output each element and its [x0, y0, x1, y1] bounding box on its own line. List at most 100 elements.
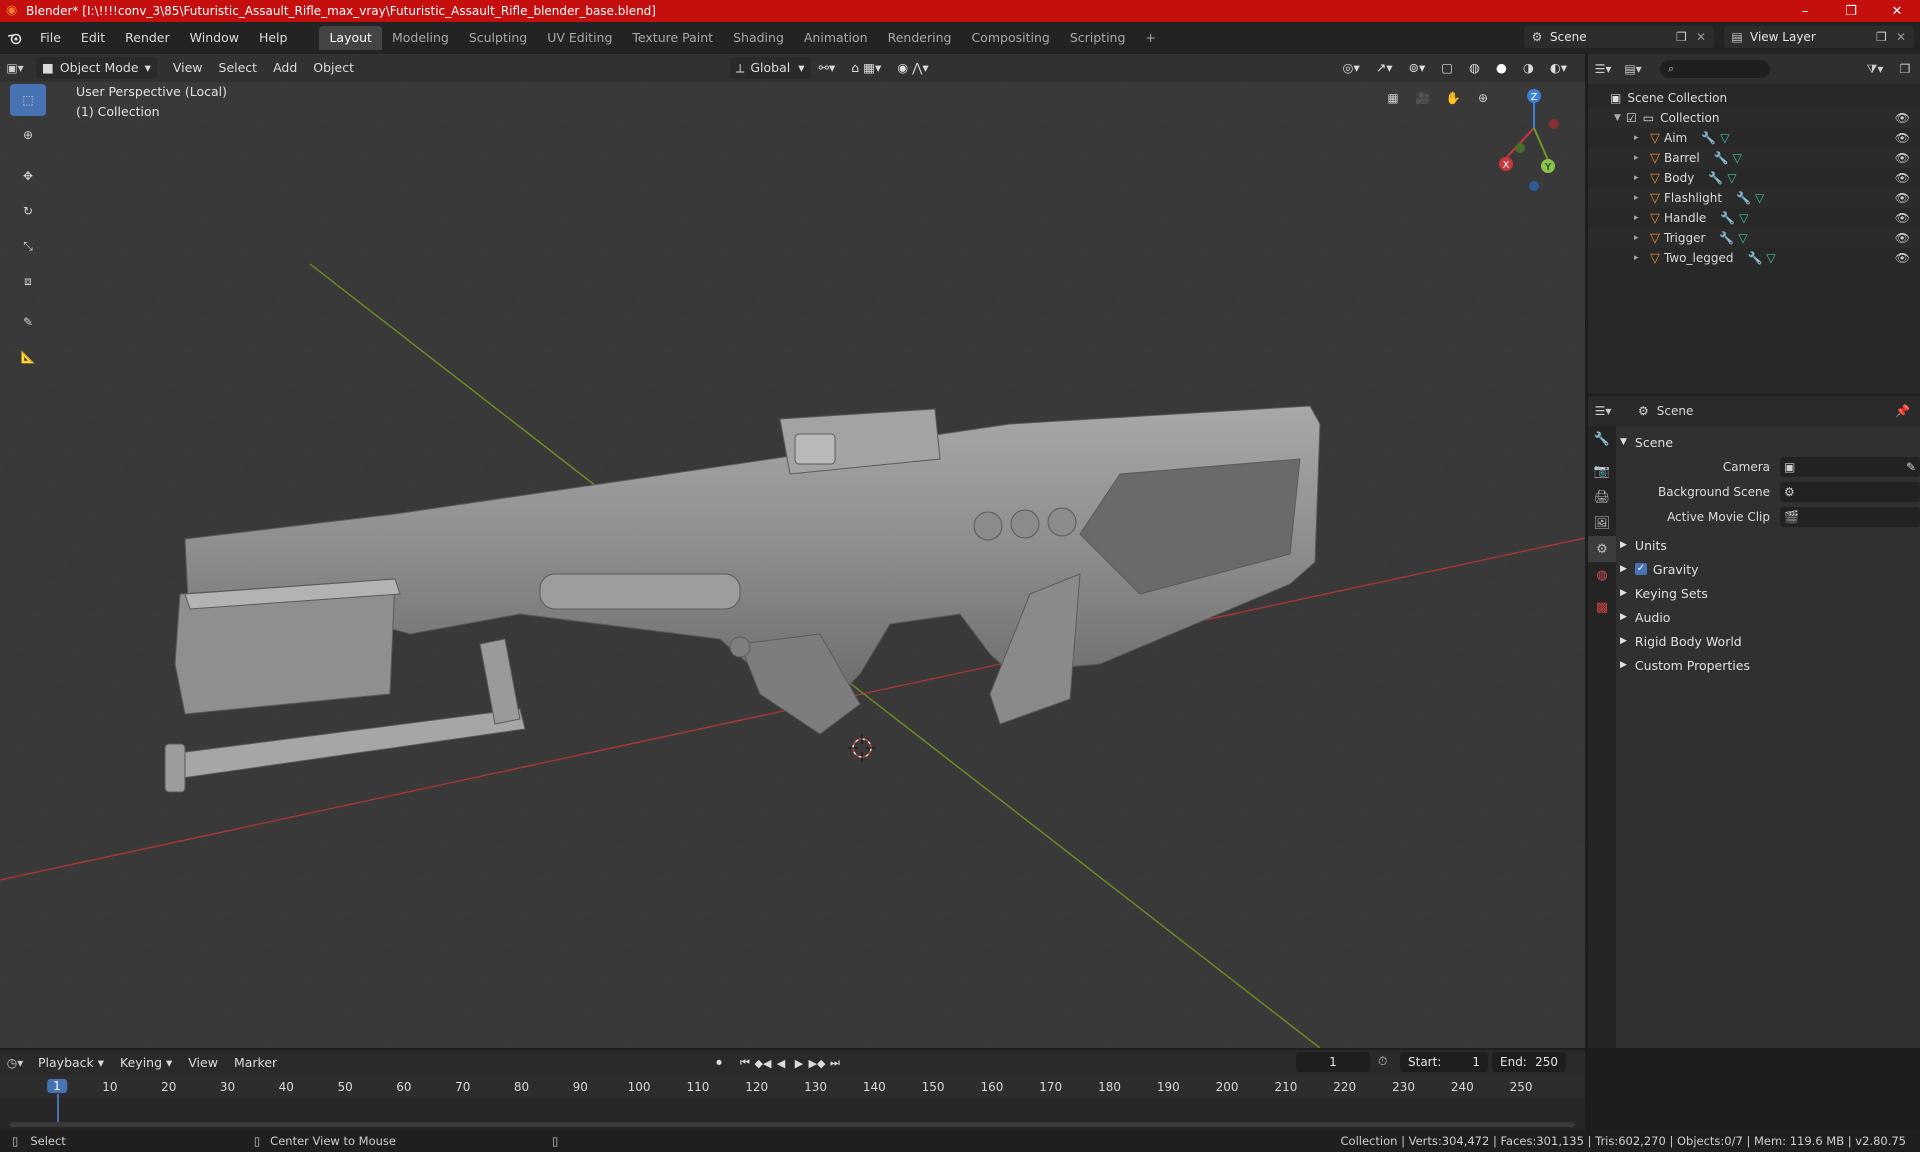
- scene-remove-icon[interactable]: ✕: [1696, 30, 1714, 44]
- output-tab-icon[interactable]: 🖨: [1588, 484, 1616, 510]
- outliner-row-scene-collection[interactable]: ▣ Scene Collection: [1588, 88, 1920, 108]
- snap-icon[interactable]: ⌂ ▦▾: [843, 57, 889, 79]
- tab-uv-editing[interactable]: UV Editing: [537, 26, 622, 50]
- play-icon[interactable]: ▶: [790, 1053, 808, 1073]
- close-button[interactable]: ✕: [1874, 0, 1920, 22]
- world-tab-icon[interactable]: ◍: [1588, 562, 1616, 588]
- menu-keying[interactable]: Keying ▾: [112, 1052, 180, 1074]
- render-tab-icon[interactable]: 📷: [1588, 458, 1616, 484]
- expand-triangle-icon[interactable]: ▸: [1634, 133, 1646, 143]
- camera-field[interactable]: ▣ ✎: [1780, 456, 1920, 477]
- pan-hand-icon[interactable]: ✋: [1439, 84, 1467, 112]
- scene-tab-icon[interactable]: ⚙: [1588, 536, 1616, 562]
- xray-toggle-icon[interactable]: ▢: [1433, 57, 1461, 79]
- tab-scripting[interactable]: Scripting: [1060, 26, 1136, 50]
- prev-keyframe-icon[interactable]: ◆◀: [754, 1053, 772, 1073]
- tab-shading[interactable]: Shading: [723, 26, 794, 50]
- menu-help[interactable]: Help: [249, 26, 298, 50]
- outliner-row-handle[interactable]: ▸ ▽ Handle 🔧 ▽ 👁: [1588, 208, 1920, 228]
- panel-custom-properties-header[interactable]: ▶ Custom Properties: [1620, 653, 1920, 677]
- eye-icon[interactable]: 👁: [1895, 131, 1910, 145]
- outliner-row-body[interactable]: ▸ ▽ Body 🔧 ▽ 👁: [1588, 168, 1920, 188]
- menu-file[interactable]: File: [30, 26, 71, 50]
- menu-edit[interactable]: Edit: [71, 26, 115, 50]
- eye-icon[interactable]: 👁: [1895, 231, 1910, 245]
- outliner-row-collection[interactable]: ▼ ☑ ▭ Collection 👁: [1588, 108, 1920, 128]
- record-icon[interactable]: ⏺: [710, 1053, 728, 1073]
- texture-tab-icon[interactable]: ▩: [1588, 594, 1616, 620]
- outliner-search-input[interactable]: ⌕: [1660, 60, 1770, 78]
- expand-triangle-icon[interactable]: ▼: [1614, 113, 1626, 123]
- transform-orientation-dropdown[interactable]: ⟂ Global ▾: [730, 57, 811, 79]
- measure-tool-icon[interactable]: 📐: [10, 341, 46, 373]
- minimize-button[interactable]: –: [1782, 0, 1828, 22]
- shading-material-icon[interactable]: ◑: [1515, 57, 1542, 79]
- jump-start-icon[interactable]: ⏮: [736, 1053, 754, 1073]
- panel-units-header[interactable]: ▶ Units: [1620, 533, 1920, 557]
- gizmo-toggle-icon[interactable]: ↗▾: [1368, 57, 1401, 79]
- tab-compositing[interactable]: Compositing: [961, 26, 1059, 50]
- expand-triangle-icon[interactable]: ▸: [1634, 213, 1646, 223]
- jump-end-icon[interactable]: ⏭: [826, 1053, 844, 1073]
- eye-icon[interactable]: 👁: [1895, 211, 1910, 225]
- outliner-row-barrel[interactable]: ▸ ▽ Barrel 🔧 ▽ 👁: [1588, 148, 1920, 168]
- zoom-icon[interactable]: ⊕: [1469, 84, 1497, 112]
- tool-tab-icon[interactable]: 🔧: [1588, 426, 1616, 452]
- expand-triangle-icon[interactable]: ▸: [1634, 253, 1646, 263]
- tab-animation[interactable]: Animation: [794, 26, 878, 50]
- grid-toggle-icon[interactable]: ▦: [1379, 84, 1407, 112]
- pin-icon[interactable]: 📌: [1895, 404, 1910, 418]
- scene-selector[interactable]: ⚙ Scene ❐ ✕: [1524, 26, 1714, 48]
- menu-add[interactable]: Add: [265, 57, 305, 79]
- timeline-editor-type-icon[interactable]: ◷▾: [0, 1052, 30, 1074]
- outliner-row-trigger[interactable]: ▸ ▽ Trigger 🔧 ▽ 👁: [1588, 228, 1920, 248]
- shading-wireframe-icon[interactable]: ◍: [1461, 57, 1488, 79]
- menu-view[interactable]: View: [165, 57, 211, 79]
- expand-triangle-icon[interactable]: ▸: [1634, 173, 1646, 183]
- properties-editor-type-icon[interactable]: ☰▾: [1588, 400, 1618, 422]
- new-collection-icon[interactable]: ❐: [1890, 58, 1920, 80]
- menu-playback[interactable]: Playback ▾: [30, 1052, 112, 1074]
- filter-icon[interactable]: ⧩▾: [1860, 58, 1890, 80]
- maximize-button[interactable]: ❐: [1828, 0, 1874, 22]
- gravity-checkbox[interactable]: ✓: [1634, 563, 1647, 575]
- menu-render[interactable]: Render: [115, 26, 180, 50]
- blender-menu-icon[interactable]: [0, 27, 30, 49]
- expand-triangle-icon[interactable]: ▸: [1634, 153, 1646, 163]
- panel-gravity-header[interactable]: ▶ ✓ Gravity: [1620, 557, 1920, 581]
- move-tool-icon[interactable]: ✥: [10, 160, 46, 192]
- shading-rendered-icon[interactable]: ◐▾: [1542, 57, 1575, 79]
- mode-dropdown[interactable]: ■ Object Mode ▾: [36, 57, 157, 79]
- menu-object[interactable]: Object: [305, 57, 362, 79]
- view-layer-new-icon[interactable]: ❐: [1876, 30, 1896, 44]
- view-layer-remove-icon[interactable]: ✕: [1896, 30, 1914, 44]
- next-keyframe-icon[interactable]: ▶◆: [808, 1053, 826, 1073]
- camera-view-icon[interactable]: 🎥: [1409, 84, 1437, 112]
- scene-new-icon[interactable]: ❐: [1676, 30, 1696, 44]
- checkbox-icon[interactable]: ☑: [1626, 111, 1637, 125]
- eye-icon[interactable]: 👁: [1895, 171, 1910, 185]
- active-movie-clip-field[interactable]: 🎬: [1780, 506, 1920, 527]
- eye-icon[interactable]: 👁: [1895, 111, 1910, 125]
- tab-texture-paint[interactable]: Texture Paint: [622, 26, 723, 50]
- eye-icon[interactable]: 👁: [1895, 191, 1910, 205]
- proportional-editing-icon[interactable]: ◉ ⋀▾: [889, 57, 936, 79]
- tab-layout[interactable]: Layout: [319, 26, 382, 50]
- annotate-tool-icon[interactable]: ✎: [10, 306, 46, 338]
- tab-sculpting[interactable]: Sculpting: [459, 26, 537, 50]
- end-frame-field[interactable]: End: 250: [1492, 1052, 1566, 1072]
- 3d-viewport[interactable]: Z X Y ▣▾ ■ Object Mode ▾ View Select Add…: [0, 54, 1585, 1048]
- menu-marker[interactable]: Marker: [226, 1052, 285, 1074]
- rotate-tool-icon[interactable]: ↻: [10, 195, 46, 227]
- viewport-scene[interactable]: Z X Y: [0, 54, 1585, 1048]
- editor-type-icon[interactable]: ▣▾: [0, 57, 30, 79]
- eye-icon[interactable]: 👁: [1895, 251, 1910, 265]
- background-scene-field[interactable]: ⚙: [1780, 481, 1920, 502]
- overlay-toggle-icon[interactable]: ⊚▾: [1400, 57, 1433, 79]
- transform-tool-icon[interactable]: ⧈: [10, 265, 46, 297]
- panel-keying-sets-header[interactable]: ▶ Keying Sets: [1620, 581, 1920, 605]
- view-layer-selector[interactable]: ▤ View Layer ❐ ✕: [1724, 26, 1914, 48]
- cursor-tool-icon[interactable]: ⊕: [10, 119, 46, 151]
- tab-rendering[interactable]: Rendering: [878, 26, 962, 50]
- select-box-tool-icon[interactable]: ⬚: [10, 84, 46, 116]
